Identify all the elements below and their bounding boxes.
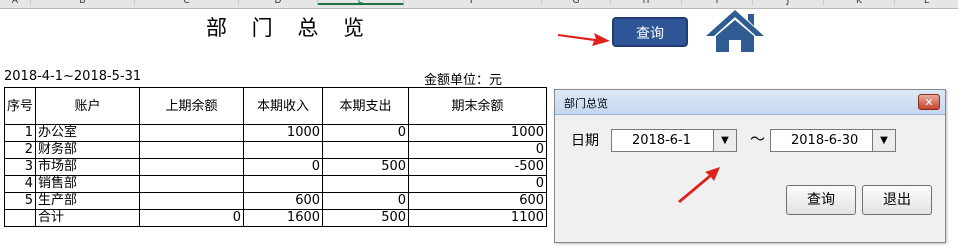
column-header[interactable]: L: [895, 0, 958, 6]
dialog-query-button[interactable]: 查询: [786, 185, 856, 215]
cell-seq[interactable]: 2: [3, 141, 37, 159]
date-range-text: 2018-4-1~2018-5-31: [4, 69, 142, 84]
cell-income[interactable]: [243, 141, 324, 159]
column-header[interactable]: I: [682, 0, 753, 6]
cell-end[interactable]: 0: [408, 141, 548, 159]
dialog-exit-button[interactable]: 退出: [862, 185, 932, 215]
table-row: 2 财务部 0: [3, 141, 548, 159]
red-arrow-icon: [558, 33, 610, 46]
cell-total-income[interactable]: 1600: [243, 209, 324, 227]
cell-account[interactable]: 市场部: [35, 158, 141, 176]
cell-total-prev[interactable]: 0: [139, 209, 245, 227]
cell-seq[interactable]: [3, 209, 37, 227]
table-row: 5 生产部 600 0 600: [3, 192, 548, 210]
header-account: 账户: [35, 87, 141, 125]
cell-expense[interactable]: [322, 141, 410, 159]
page-title: 部 门 总 览: [206, 16, 374, 40]
header-income: 本期收入: [243, 87, 324, 125]
cell-end[interactable]: 600: [408, 192, 548, 210]
cell-expense[interactable]: 0: [322, 124, 410, 142]
date-label: 日期: [571, 133, 599, 149]
cell-account[interactable]: 销售部: [35, 175, 141, 193]
cell-end[interactable]: 0: [408, 175, 548, 193]
header-seq: 序号: [3, 87, 37, 125]
cell-account[interactable]: 办公室: [35, 124, 141, 142]
end-date-combobox[interactable]: 2018-6-30 ▼: [770, 129, 896, 152]
cell-account[interactable]: 财务部: [35, 141, 141, 159]
column-header[interactable]: H: [611, 0, 682, 6]
column-header[interactable]: D: [239, 0, 318, 6]
column-header[interactable]: E: [318, 0, 404, 6]
table-row: 1 办公室 1000 0 1000: [3, 124, 548, 142]
dialog-titlebar[interactable]: 部门总览 ✕: [555, 90, 945, 115]
cell-seq[interactable]: 3: [3, 158, 37, 176]
column-header[interactable]: J: [753, 0, 824, 6]
start-date-value: 2018-6-1: [632, 133, 692, 148]
date-separator: ～: [750, 130, 766, 148]
department-overview-dialog: 部门总览 ✕ 日期 2018-6-1 ▼ ～ 2018-6-30 ▼ 查询 退出: [554, 89, 946, 243]
cell-expense[interactable]: 0: [322, 192, 410, 210]
cell-end[interactable]: 1000: [408, 124, 548, 142]
cell-seq[interactable]: 5: [3, 192, 37, 210]
chevron-down-icon[interactable]: ▼: [872, 130, 895, 151]
column-header[interactable]: A: [0, 0, 31, 6]
cell-expense[interactable]: 500: [322, 158, 410, 176]
cell-seq[interactable]: 4: [3, 175, 37, 193]
header-expense: 本期支出: [322, 87, 410, 125]
cell-total-expense[interactable]: 500: [322, 209, 410, 227]
header-end-balance: 期末余额: [408, 87, 548, 125]
cell-seq[interactable]: 1: [3, 124, 37, 142]
query-button[interactable]: 查询: [612, 17, 688, 47]
close-button[interactable]: ✕: [918, 94, 940, 110]
cell-prev[interactable]: [139, 158, 245, 176]
cell-end[interactable]: -500: [408, 158, 548, 176]
cell-total-end[interactable]: 1100: [408, 209, 548, 227]
cell-prev[interactable]: [139, 124, 245, 142]
cell-total-label[interactable]: 合计: [35, 209, 141, 227]
unit-label: 金额单位：元: [424, 73, 503, 88]
chevron-down-icon[interactable]: ▼: [713, 130, 736, 151]
home-icon[interactable]: [704, 8, 766, 54]
table-row-total: 合计 0 1600 500 1100: [3, 209, 548, 227]
cell-income[interactable]: 600: [243, 192, 324, 210]
column-header[interactable]: G: [542, 0, 611, 6]
cell-expense[interactable]: [322, 175, 410, 193]
column-header[interactable]: C: [135, 0, 239, 6]
table-row: 4 销售部 0: [3, 175, 548, 193]
column-header[interactable]: F: [404, 0, 542, 6]
header-prev-balance: 上期余额: [139, 87, 245, 125]
cell-income[interactable]: [243, 175, 324, 193]
dialog-title: 部门总览: [564, 97, 608, 110]
start-date-combobox[interactable]: 2018-6-1 ▼: [611, 129, 737, 152]
cell-prev[interactable]: [139, 141, 245, 159]
column-header[interactable]: K: [824, 0, 895, 6]
end-date-value: 2018-6-30: [791, 133, 859, 148]
column-header[interactable]: B: [31, 0, 135, 6]
cell-income[interactable]: 0: [243, 158, 324, 176]
cell-income[interactable]: 1000: [243, 124, 324, 142]
column-header-strip: A B C D E F G H I J K L: [0, 0, 958, 9]
table-row: 3 市场部 0 500 -500: [3, 158, 548, 176]
cell-prev[interactable]: [139, 175, 245, 193]
department-summary-table: 序号 账户 上期余额 本期收入 本期支出 期末余额 1 办公室 1000 0 1…: [3, 87, 548, 227]
cell-account[interactable]: 生产部: [35, 192, 141, 210]
red-arrow-icon: [678, 167, 720, 203]
cell-prev[interactable]: [139, 192, 245, 210]
